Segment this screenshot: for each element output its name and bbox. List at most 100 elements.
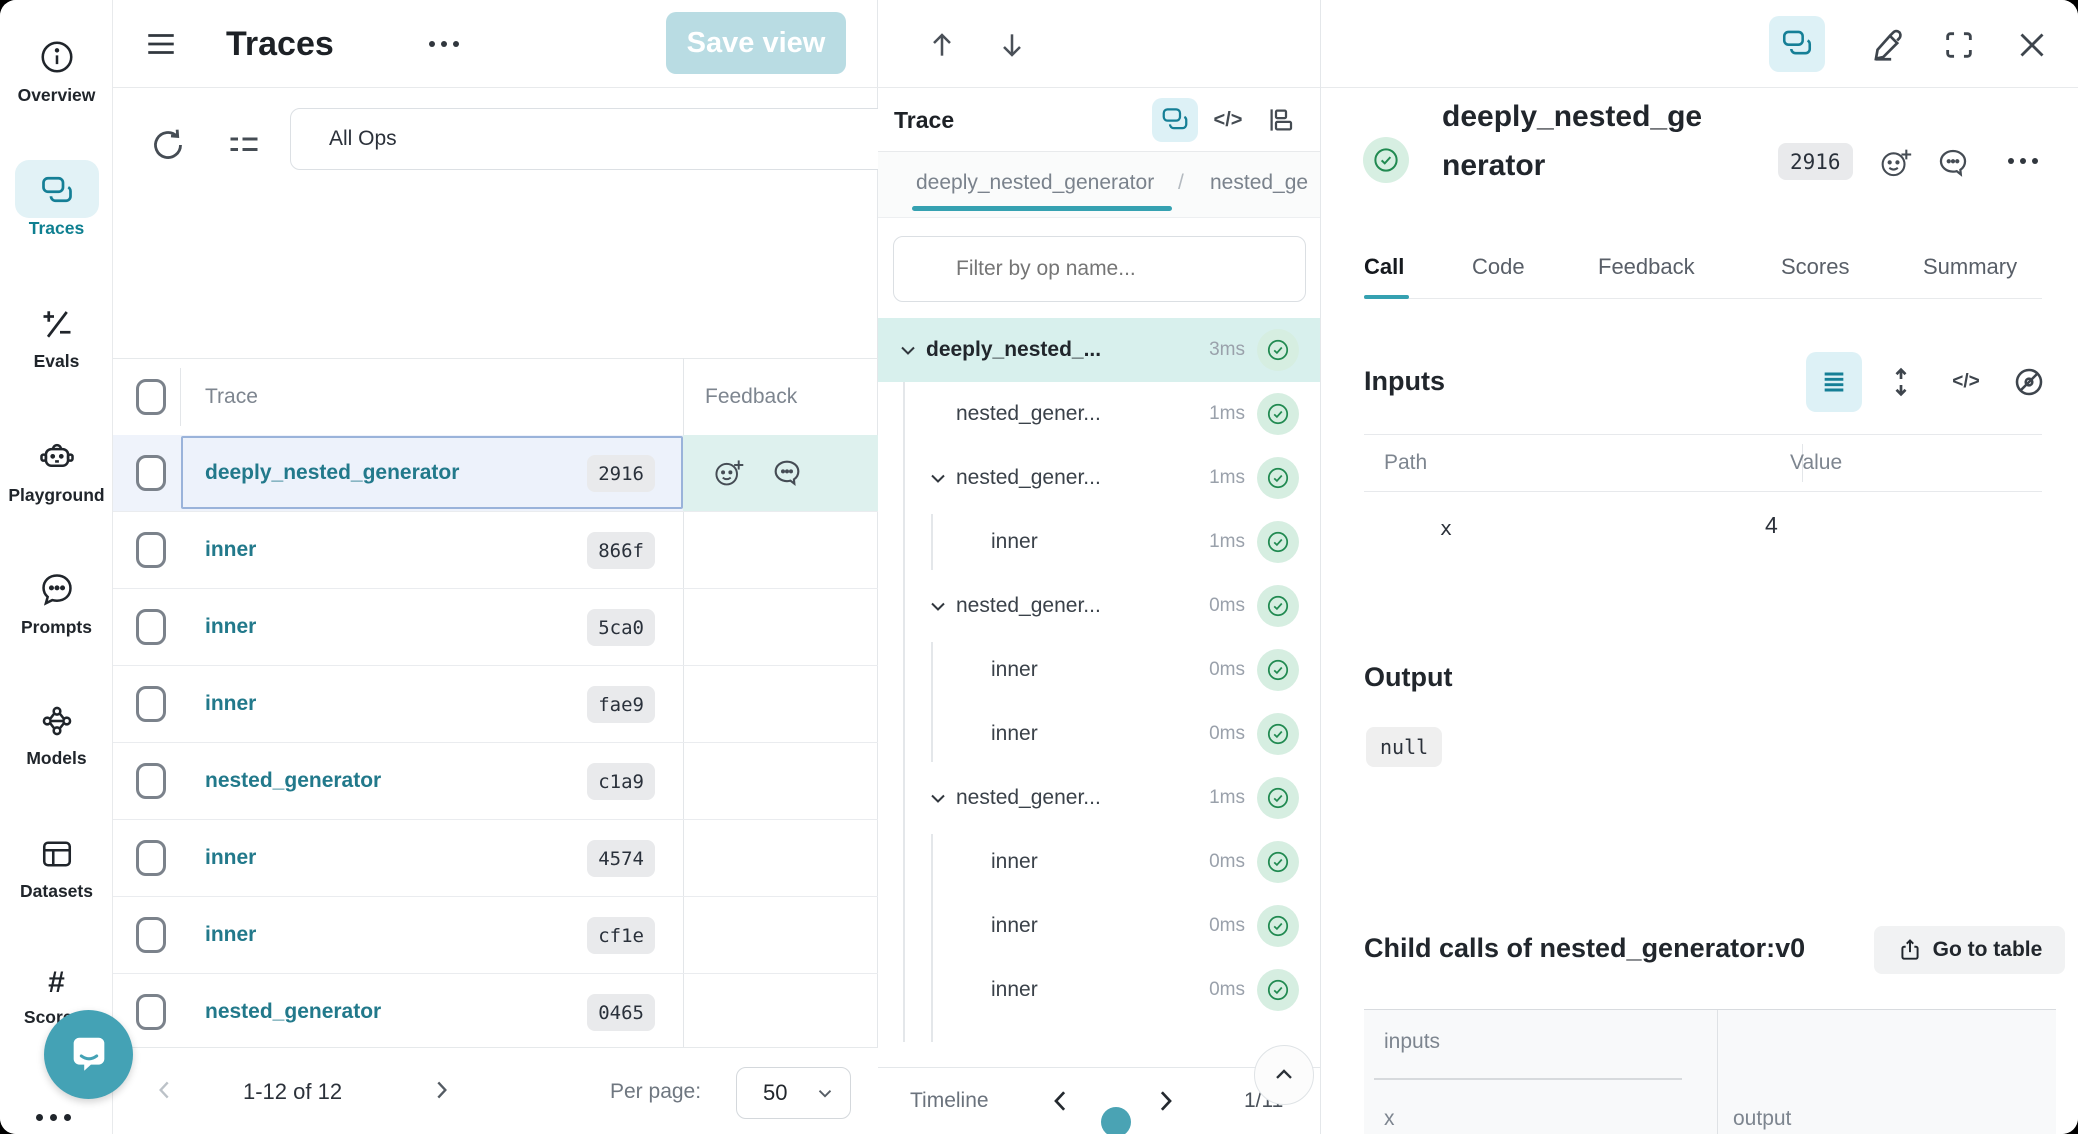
tree-row[interactable]: inner 1ms (878, 510, 1321, 574)
more-options-icon[interactable] (429, 41, 459, 47)
trace-link[interactable]: deeply_nested_generator (205, 435, 459, 511)
trace-link[interactable]: inner (205, 897, 256, 973)
chevron-right-icon[interactable] (1150, 1086, 1180, 1116)
tree-row[interactable]: inner 0ms (878, 958, 1321, 1022)
chevron-down-icon[interactable] (926, 446, 956, 510)
row-checkbox[interactable] (136, 994, 166, 1030)
arrow-up-icon[interactable] (926, 29, 958, 61)
arrow-down-icon[interactable] (996, 29, 1028, 61)
sidebar-more-icon[interactable] (36, 1114, 71, 1121)
tree-row[interactable]: deeply_nested_... 3ms (878, 318, 1321, 382)
chevron-down-icon[interactable] (926, 766, 956, 830)
code-view-button[interactable]: </> (1946, 364, 1986, 400)
hide-icon[interactable] (2011, 364, 2047, 400)
per-page-select[interactable]: 50 (736, 1067, 851, 1119)
go-to-table-button[interactable]: Go to table (1874, 926, 2065, 974)
tree-row[interactable]: nested_gener... 0ms (878, 574, 1321, 638)
tab-feedback[interactable]: Feedback (1598, 237, 1695, 297)
breadcrumb-item-active[interactable]: deeply_nested_generator (916, 152, 1154, 214)
table-row[interactable]: nested_generator 0465 (113, 974, 878, 1047)
table-row[interactable]: inner 866f (113, 512, 878, 589)
add-reaction-icon[interactable] (1879, 146, 1913, 180)
trace-link[interactable]: inner (205, 512, 256, 588)
divider (1374, 1078, 1682, 1080)
tree-row[interactable]: nested_gener... 1ms (878, 382, 1321, 446)
sidebar-item-models[interactable]: Models (0, 703, 113, 769)
sidebar-item-datasets[interactable]: Datasets (0, 836, 113, 902)
call-id-badge: 4574 (587, 840, 655, 877)
tree-row[interactable]: inner 0ms (878, 702, 1321, 766)
table-row[interactable]: inner 4574 (113, 820, 878, 897)
hash-icon: # (48, 968, 65, 998)
op-name-filter-input[interactable] (893, 236, 1306, 302)
sidebar-item-overview[interactable]: Overview (0, 38, 113, 106)
row-checkbox[interactable] (136, 532, 166, 568)
table-row[interactable]: inner 5ca0 (113, 589, 878, 666)
status-success-icon (1257, 457, 1299, 499)
row-checkbox[interactable] (136, 455, 166, 491)
next-page-icon[interactable] (428, 1077, 454, 1103)
sidebar-item-traces[interactable]: Traces (0, 173, 113, 239)
fullscreen-icon[interactable] (1942, 28, 1976, 62)
tab-code[interactable]: Code (1472, 237, 1525, 297)
flame-view-button[interactable] (1259, 98, 1303, 142)
timeline-dot-indicator[interactable] (1101, 1107, 1131, 1134)
edit-icon[interactable] (1869, 26, 1907, 64)
tree-row[interactable]: inner 0ms (878, 638, 1321, 702)
code-view-button[interactable]: </> (1206, 98, 1250, 142)
row-checkbox[interactable] (136, 609, 166, 645)
table-row[interactable]: inner fae9 (113, 666, 878, 743)
trace-link[interactable]: nested_generator (205, 974, 381, 1050)
pretty-view-button[interactable] (1806, 352, 1862, 412)
divider (180, 368, 181, 426)
more-options-icon[interactable] (2008, 158, 2038, 164)
filter-settings-icon[interactable] (226, 127, 262, 163)
save-view-button[interactable]: Save view (666, 12, 846, 74)
code-icon: </> (1952, 371, 1979, 393)
select-all-checkbox[interactable] (136, 379, 166, 415)
scroll-to-top-button[interactable] (1254, 1045, 1314, 1105)
tab-call[interactable]: Call (1364, 237, 1404, 297)
add-reaction-icon[interactable] (713, 457, 745, 489)
table-row[interactable]: deeply_nested_generator 2916 (113, 435, 878, 512)
table-row[interactable]: inner cf1e (113, 897, 878, 974)
trace-link[interactable]: inner (205, 589, 256, 665)
sidebar-item-evals[interactable]: Evals (0, 306, 113, 372)
row-checkbox[interactable] (136, 686, 166, 722)
tree-toggle-button[interactable] (1769, 16, 1825, 72)
sidebar-item-label: Models (26, 748, 86, 769)
trace-link[interactable]: nested_generator (205, 743, 381, 819)
prev-page-icon[interactable] (152, 1077, 178, 1103)
menu-icon[interactable] (144, 27, 178, 61)
sidebar-item-playground[interactable]: Playground (0, 438, 113, 506)
row-checkbox[interactable] (136, 840, 166, 876)
tab-scores[interactable]: Scores (1781, 237, 1849, 297)
tree-view-button[interactable] (1152, 98, 1198, 142)
traces-icon (1160, 105, 1190, 135)
table-row[interactable]: nested_generator c1a9 (113, 743, 878, 820)
comment-icon[interactable] (1936, 146, 1970, 180)
chevron-down-icon (814, 1082, 836, 1104)
tree-row[interactable]: nested_gener... 1ms (878, 446, 1321, 510)
row-checkbox[interactable] (136, 763, 166, 799)
breadcrumb-item[interactable]: nested_ge (1210, 152, 1308, 214)
tab-summary[interactable]: Summary (1923, 237, 2017, 297)
row-checkbox[interactable] (136, 917, 166, 953)
trace-link[interactable]: inner (205, 666, 256, 742)
chevron-down-icon[interactable] (926, 574, 956, 638)
timeline-toggle[interactable]: Timeline (910, 1068, 989, 1134)
chat-fab[interactable] (44, 1010, 133, 1099)
tree-row[interactable]: inner 0ms (878, 894, 1321, 958)
expand-collapse-icon[interactable] (1883, 364, 1919, 400)
close-icon[interactable] (2014, 27, 2050, 63)
tree-header-title: Trace (894, 88, 954, 152)
sidebar-item-prompts[interactable]: Prompts (0, 570, 113, 638)
refresh-icon[interactable] (148, 125, 188, 165)
chevron-down-icon[interactable] (896, 318, 926, 382)
comment-icon[interactable] (771, 457, 803, 489)
call-id-badge: cf1e (587, 917, 655, 954)
trace-link[interactable]: inner (205, 820, 256, 896)
chevron-left-icon[interactable] (1046, 1086, 1076, 1116)
tree-row[interactable]: nested_gener... 1ms (878, 766, 1321, 830)
tree-row[interactable]: inner 0ms (878, 830, 1321, 894)
